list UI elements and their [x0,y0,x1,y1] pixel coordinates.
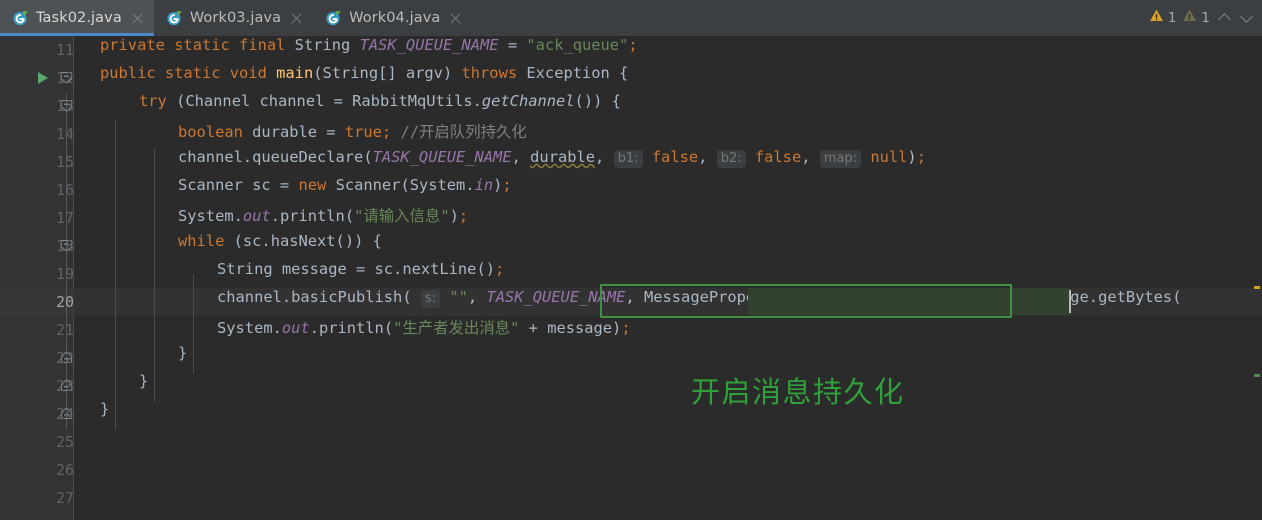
close-icon[interactable] [290,12,303,25]
chevron-down-icon[interactable] [1240,11,1254,25]
line-number: 17 [55,209,74,227]
warning-group[interactable]: 1 [1149,8,1177,27]
tab-task02-java[interactable]: Task02.java [0,0,154,36]
code-line-12[interactable]: public static void main(String[] argv) t… [100,64,628,92]
tab-label: Work03.java [189,10,282,26]
param-hint-b1: b1: [613,150,643,168]
close-icon[interactable] [131,12,144,25]
code-line-13[interactable]: try (Channel channel = RabbitMqUtils.get… [139,92,621,120]
line-number: 20 [55,293,74,311]
line-number: 25 [55,433,74,451]
code-line-19[interactable]: String message = sc.nextLine(); [217,260,504,288]
code-line-22[interactable]: } [178,344,187,372]
line-number: 13 [55,97,74,115]
line-number: 11 [55,41,74,59]
ide-window: Task02.java Work03.java Work04.java 11 1… [0,0,1262,520]
code-line-24[interactable]: } [100,400,109,428]
param-hint-map: map: [819,150,862,168]
code-line-21[interactable]: System.out.println("生产者发出消息" + message); [217,316,631,344]
tab-work03-java[interactable]: Work03.java [154,0,313,36]
weak-warning-group[interactable]: 1 [1182,8,1210,27]
code-line-11[interactable]: private static final String TASK_QUEUE_N… [100,36,638,64]
line-number: 22 [55,349,74,367]
text-caret [1069,290,1071,313]
line-number: 15 [55,153,74,171]
param-hint-b2: b2: [716,150,746,168]
param-hint-s: s: [420,290,441,308]
java-class-run-icon [166,10,183,27]
line-number: 24 [55,405,74,423]
weak-warning-count: 1 [1201,9,1210,26]
line-number: 27 [55,489,74,507]
line-number: 16 [55,181,74,199]
stripe-marker-warning[interactable] [1254,286,1260,289]
line-number: 12 [55,69,74,87]
line-number: 14 [55,125,74,143]
close-icon[interactable] [449,12,462,25]
warning-count: 1 [1167,9,1177,26]
annotation-text: 开启消息持久化 [691,375,905,409]
code-line-17[interactable]: System.out.println("请输入信息"); [178,204,468,232]
code-editor[interactable]: 11 12 13 14 15 16 17 18 19 20 21 22 23 2… [0,36,1262,520]
warning-triangle-icon [1149,8,1164,27]
line-number: 26 [55,461,74,479]
chevron-up-icon[interactable] [1218,11,1232,25]
inspection-widget[interactable]: 1 1 [1149,8,1254,27]
tab-label: Work04.java [349,10,441,26]
line-number: 18 [55,237,74,255]
code-line-18[interactable]: while (sc.hasNext()) { [178,232,382,260]
code-line-15[interactable]: channel.queueDeclare(TASK_QUEUE_NAME, du… [178,148,926,176]
code-line-16[interactable]: Scanner sc = new Scanner(System.in); [178,176,512,204]
weak-warning-triangle-icon [1182,8,1197,27]
code-line-23[interactable]: } [139,372,148,400]
line-number: 23 [55,377,74,395]
code-line-14[interactable]: boolean durable = true; //开启队列持久化 [178,120,527,148]
line-number: 19 [55,265,74,283]
line-number: 21 [55,321,74,339]
stripe-marker-change[interactable] [1254,374,1260,377]
editor-tab-bar: Task02.java Work03.java Work04.java [0,0,1262,36]
tab-label: Task02.java [36,10,122,26]
selection-highlight [748,288,1070,315]
tab-work04-java[interactable]: Work04.java [313,0,472,36]
java-class-run-icon [325,10,342,27]
java-class-run-icon [12,10,29,27]
